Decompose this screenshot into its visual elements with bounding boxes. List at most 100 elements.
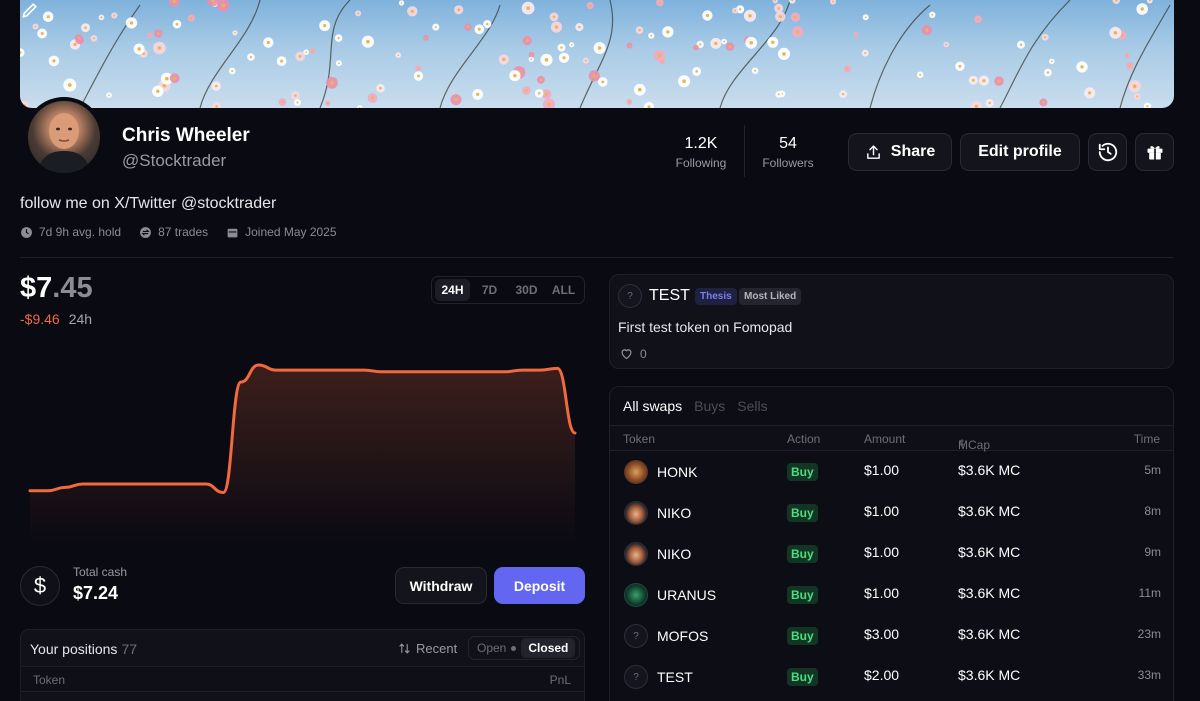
total-cash-label: Total cash <box>73 565 128 579</box>
like-count: 0 <box>640 346 647 361</box>
range-7d[interactable]: 7D <box>472 279 507 301</box>
gift-button[interactable] <box>1135 133 1174 171</box>
following-label: Following <box>675 156 727 170</box>
sort-recent-button[interactable]: Recent <box>398 641 457 656</box>
swap-time: 23m <box>1137 627 1161 641</box>
dollar-icon: $ <box>20 566 60 606</box>
change-period: 24h <box>68 311 93 327</box>
swap-action-badge: Buy <box>787 668 818 686</box>
swap-token-name: TEST <box>657 669 693 685</box>
deposit-button[interactable]: Deposit <box>494 567 585 604</box>
edit-banner-icon[interactable] <box>20 0 40 20</box>
swap-token: NIKO <box>624 542 691 566</box>
token-niko-icon <box>624 542 648 566</box>
token-placeholder-icon: ? <box>624 624 648 648</box>
trades-item: 87 trades <box>139 225 208 239</box>
avg-hold-item: 7d 9h avg. hold <box>20 225 121 239</box>
withdraw-button[interactable]: Withdraw <box>395 567 487 604</box>
avatar-portrait <box>38 113 90 173</box>
range-24h[interactable]: 24H <box>435 279 470 301</box>
history-button[interactable] <box>1088 133 1127 171</box>
followers-stat[interactable]: 54 Followers <box>756 135 820 170</box>
col-time: Time <box>1133 432 1160 446</box>
open-tab[interactable]: Open <box>472 641 521 655</box>
joined-text: Joined May 2025 <box>245 225 337 239</box>
swaps-panel: All swaps Buys Sells Token Action Amount… <box>609 386 1174 701</box>
calendar-icon <box>227 228 238 237</box>
thesis-badge: Thesis <box>695 288 737 305</box>
swap-token: NIKO <box>624 501 691 525</box>
swap-amount: $2.00 <box>864 667 900 683</box>
range-all[interactable]: ALL <box>546 279 581 301</box>
edit-profile-label: Edit profile <box>978 143 1062 160</box>
swap-token-name: NIKO <box>657 546 692 562</box>
swap-row[interactable]: ? TEST Buy $2.00 $3.6K MC 33m <box>610 656 1173 697</box>
portfolio-value-frac: .45 <box>52 272 93 304</box>
tab-buys[interactable]: Buys <box>694 398 725 414</box>
swap-mcap: $3.6K MC <box>958 462 1021 478</box>
swap-row[interactable]: NIKO Buy $1.00 $3.6K MC 9m <box>610 533 1173 574</box>
profile-bio: follow me on X/Twitter @stocktrader <box>20 195 277 212</box>
flowers-image <box>20 0 1171 108</box>
avatar[interactable] <box>24 97 104 177</box>
swap-amount: $3.00 <box>864 626 900 642</box>
col-amount: Amount <box>864 432 906 446</box>
swap-mcap: $3.6K MC <box>958 544 1021 560</box>
range-30d[interactable]: 30D <box>509 279 544 301</box>
swap-mcap: $3.6K MC <box>958 503 1021 519</box>
swap-row[interactable]: HONK Buy $1.00 $3.6K MC 5m <box>610 451 1173 492</box>
change-amount: -$9.46 <box>20 311 60 327</box>
positions-header: Token PnL <box>21 666 584 692</box>
open-closed-toggle: Open Closed <box>468 636 580 660</box>
token-placeholder-icon: ? <box>618 284 642 308</box>
open-dot <box>511 645 517 651</box>
token-niko-icon <box>624 501 648 525</box>
following-stat[interactable]: 1.2K Following <box>668 135 734 170</box>
col-token: Token <box>623 432 656 446</box>
thesis-card[interactable]: ? TEST Thesis Most Liked First test toke… <box>609 274 1174 369</box>
swap-amount: $1.00 <box>864 462 900 478</box>
open-label: Open <box>477 641 507 655</box>
clock-icon <box>21 226 32 238</box>
swaps-header: Token Action Amount MCap ⇕ Time <box>610 425 1173 452</box>
swap-action-badge: Buy <box>787 504 818 522</box>
following-count: 1.2K <box>684 135 718 152</box>
range-selector: 24H 7D 30D ALL <box>431 276 585 304</box>
joined-item: Joined May 2025 <box>226 225 337 239</box>
swap-token-name: URANUS <box>657 587 717 603</box>
col-pnl: PnL <box>549 673 571 687</box>
swap-row[interactable]: NIKO Buy $1.00 $3.6K MC 8m <box>610 492 1173 533</box>
stats-divider <box>744 125 745 177</box>
like-button[interactable]: 0 <box>619 346 647 361</box>
swap-token: ? TEST <box>624 665 693 689</box>
swap-row[interactable]: ? MOFOS Buy $3.00 $3.6K MC 23m <box>610 615 1173 656</box>
portfolio-chart <box>28 363 577 545</box>
swap-token-name: NIKO <box>657 505 692 521</box>
swap-amount: $1.00 <box>864 585 900 601</box>
positions-title: Your positions 77 <box>30 641 137 657</box>
col-token: Token <box>33 673 66 687</box>
share-icon <box>866 144 880 159</box>
tab-all-swaps[interactable]: All swaps <box>623 398 682 414</box>
token-placeholder-icon: ? <box>624 665 648 689</box>
gift-icon <box>1147 146 1162 160</box>
avg-hold-text: 7d 9h avg. hold <box>39 225 122 239</box>
share-button[interactable]: Share <box>848 133 952 171</box>
swap-row[interactable]: URANUS Buy $1.00 $3.6K MC 11m <box>610 574 1173 615</box>
closed-tab[interactable]: Closed <box>521 638 576 658</box>
swap-time: 33m <box>1137 668 1161 682</box>
swap-amount: $1.00 <box>864 503 900 519</box>
swap-token: ? MOFOS <box>624 624 708 648</box>
sort-updown-icon: ⇕ <box>958 438 966 448</box>
portfolio-value-main: $7 <box>20 272 53 304</box>
positions-title-text: Your positions <box>30 641 118 657</box>
positions-count: 77 <box>121 641 138 657</box>
swap-mcap: $3.6K MC <box>958 667 1021 683</box>
swap-time: 9m <box>1144 545 1161 559</box>
tab-sells[interactable]: Sells <box>737 398 767 414</box>
edit-profile-button[interactable]: Edit profile <box>960 133 1080 171</box>
followers-count: 54 <box>779 135 797 152</box>
swap-time: 5m <box>1144 463 1161 477</box>
display-name: Chris Wheeler <box>122 125 250 146</box>
swap-action-badge: Buy <box>787 627 818 645</box>
